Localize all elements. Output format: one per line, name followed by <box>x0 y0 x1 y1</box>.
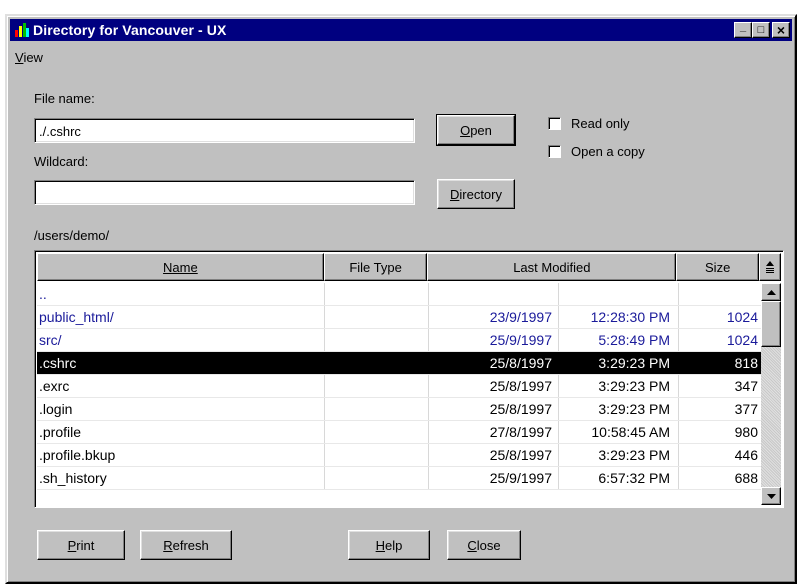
file-row[interactable]: src/25/9/1997 5:28:49 PM 1024 <box>37 329 762 352</box>
column-header-file-type[interactable]: File Type <box>323 253 428 281</box>
file-time-cell: 12:28:30 PM <box>559 306 679 328</box>
file-row[interactable]: .sh_history 25/9/1997 6:57:32 PM 688 <box>37 467 762 490</box>
maximize-button[interactable]: □ <box>752 22 770 38</box>
file-date-cell: 25/9/1997 <box>429 467 559 489</box>
file-size-cell: 1024 <box>726 309 758 325</box>
file-type-cell <box>325 283 429 305</box>
file-time-cell: 6:57:32 PM <box>559 467 679 489</box>
sort-order-button[interactable] <box>759 253 781 281</box>
file-name-cell: .cshrc <box>37 352 325 374</box>
print-button[interactable]: Print <box>37 530 125 560</box>
file-time-cell: 3:29:23 PM <box>559 375 679 397</box>
file-date-cell: 25/8/1997 <box>429 375 559 397</box>
file-type-cell <box>325 306 429 328</box>
app-icon <box>15 23 29 37</box>
file-size-cell: 446 <box>734 447 758 463</box>
up-arrow-icon <box>766 289 776 295</box>
minimize-icon: _ <box>739 20 747 33</box>
file-date-cell: 23/9/1997 <box>429 306 559 328</box>
file-type-cell <box>325 352 429 374</box>
file-size-cell: 377 <box>734 401 758 417</box>
file-size-cell: 688 <box>734 470 758 486</box>
current-path: /users/demo/ <box>34 228 110 243</box>
file-name-label: File name: <box>34 91 95 106</box>
menu-bar: View <box>15 50 43 65</box>
file-name-cell: src/ <box>37 329 325 351</box>
column-header-size[interactable]: Size <box>676 253 759 281</box>
file-time-cell: 3:29:23 PM <box>559 352 679 374</box>
file-row[interactable]: .exrc 25/8/1997 3:29:23 PM 347 <box>37 375 762 398</box>
column-header-last-modified[interactable]: Last Modified <box>427 253 677 281</box>
maximize-icon: □ <box>757 23 765 36</box>
dialog-window: Directory for Vancouver - UX _ □ × View … <box>5 14 797 584</box>
close-icon: × <box>776 22 786 38</box>
file-row[interactable]: .profile 27/8/1997 10:58:45 AM 980 <box>37 421 762 444</box>
file-time-cell: 5:28:49 PM <box>559 329 679 351</box>
file-date-cell: 25/8/1997 <box>429 444 559 466</box>
list-header: Name File Type Last Modified Size <box>37 253 781 281</box>
down-arrow-icon <box>766 493 776 499</box>
vertical-scrollbar[interactable] <box>761 283 781 505</box>
open-copy-box[interactable] <box>548 145 561 158</box>
file-name-cell: public_html/ <box>37 306 325 328</box>
column-header-name[interactable]: Name <box>37 253 324 281</box>
file-time-cell <box>559 283 679 305</box>
file-type-cell <box>325 398 429 420</box>
file-name-cell: .sh_history <box>37 467 325 489</box>
read-only-checkbox[interactable]: Read only <box>548 116 630 131</box>
file-size-cell: 1024 <box>726 332 758 348</box>
read-only-box[interactable] <box>548 117 561 130</box>
file-size-cell: 818 <box>734 355 758 371</box>
file-time-cell: 10:58:45 AM <box>559 421 679 443</box>
file-row[interactable]: .cshrc 25/8/1997 3:29:23 PM 818 <box>37 352 762 375</box>
file-type-cell <box>325 421 429 443</box>
title-bar[interactable]: Directory for Vancouver - UX _ □ × <box>10 19 792 41</box>
close-window-button[interactable]: × <box>772 22 790 38</box>
refresh-button[interactable]: Refresh <box>140 530 232 560</box>
file-date-cell <box>429 283 559 305</box>
file-time-cell: 3:29:23 PM <box>559 398 679 420</box>
file-row[interactable]: .profile.bkup 25/8/1997 3:29:23 PM 446 <box>37 444 762 467</box>
window-title: Directory for Vancouver - UX <box>33 22 227 38</box>
file-row[interactable]: public_html/23/9/1997 12:28:30 PM 1024 <box>37 306 762 329</box>
help-button[interactable]: Help <box>348 530 430 560</box>
file-name-cell: .exrc <box>37 375 325 397</box>
file-type-cell <box>325 375 429 397</box>
file-name-cell: .login <box>37 398 325 420</box>
file-date-cell: 27/8/1997 <box>429 421 559 443</box>
menu-view[interactable]: View <box>15 50 43 65</box>
file-type-cell <box>325 467 429 489</box>
scroll-thumb[interactable] <box>761 301 781 347</box>
wildcard-input[interactable] <box>34 180 415 205</box>
file-rows: .. public_html/23/9/1997 12:28:30 PM 1024 sr… <box>37 283 762 490</box>
read-only-label: Read only <box>571 116 630 131</box>
minimize-button[interactable]: _ <box>734 20 752 38</box>
open-copy-label: Open a copy <box>571 144 645 159</box>
file-date-cell: 25/8/1997 <box>429 352 559 374</box>
file-list[interactable]: Name File Type Last Modified Size .. publ… <box>34 250 784 508</box>
close-button[interactable]: Close <box>447 530 521 560</box>
scroll-down-button[interactable] <box>761 487 781 505</box>
file-name-input[interactable]: ./.cshrc <box>34 118 415 143</box>
file-name-cell: .profile.bkup <box>37 444 325 466</box>
file-row[interactable]: .login 25/8/1997 3:29:23 PM 377 <box>37 398 762 421</box>
scroll-up-button[interactable] <box>761 283 781 301</box>
file-row[interactable]: .. <box>37 283 762 306</box>
wildcard-label: Wildcard: <box>34 154 89 169</box>
file-type-cell <box>325 329 429 351</box>
file-type-cell <box>325 444 429 466</box>
file-size-cell: 980 <box>734 424 758 440</box>
file-date-cell: 25/8/1997 <box>429 398 559 420</box>
file-time-cell: 3:29:23 PM <box>559 444 679 466</box>
file-size-cell <box>679 283 762 305</box>
sort-icon <box>766 261 774 273</box>
open-copy-checkbox[interactable]: Open a copy <box>548 144 645 159</box>
file-date-cell: 25/9/1997 <box>429 329 559 351</box>
file-size-cell: 347 <box>734 378 758 394</box>
file-name-cell: .profile <box>37 421 325 443</box>
directory-button[interactable]: Directory <box>437 179 515 209</box>
file-name-cell: .. <box>37 283 325 305</box>
open-button[interactable]: Open <box>436 114 516 146</box>
